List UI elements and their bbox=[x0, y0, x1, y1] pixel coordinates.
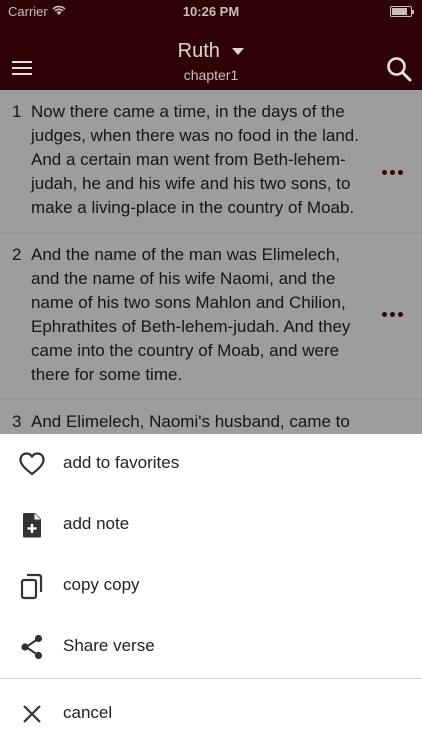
add-to-favorites-button[interactable]: add to favorites bbox=[0, 434, 422, 494]
chapter-subtitle: chapter1 bbox=[183, 67, 239, 83]
clock: 10:26 PM bbox=[182, 4, 240, 19]
book-selector[interactable]: Ruth bbox=[0, 40, 422, 63]
cancel-button[interactable]: cancel bbox=[0, 684, 422, 744]
cancel-label: cancel bbox=[63, 703, 113, 722]
divider bbox=[0, 678, 422, 679]
heart-icon bbox=[19, 452, 45, 476]
copy-label: copy copy bbox=[63, 575, 140, 594]
share-icon bbox=[21, 634, 43, 660]
app-header: Carrier 10:26 PM Ruth chapter1 bbox=[0, 0, 422, 90]
dim-overlay[interactable] bbox=[0, 90, 422, 435]
add-note-label: add note bbox=[63, 514, 130, 533]
add-to-favorites-label: add to favorites bbox=[63, 453, 180, 472]
copy-button[interactable]: copy copy bbox=[0, 556, 422, 616]
search-icon[interactable] bbox=[386, 56, 412, 82]
screen: Carrier 10:26 PM Ruth chapter1 1 Now the… bbox=[0, 0, 422, 750]
note-add-icon bbox=[22, 513, 41, 538]
close-icon bbox=[23, 705, 41, 723]
copy-icon bbox=[20, 573, 43, 600]
share-verse-label: Share verse bbox=[63, 636, 155, 655]
action-sheet: add to favorites add note copy copy Shar… bbox=[0, 434, 422, 750]
chevron-down-icon bbox=[232, 48, 245, 55]
share-verse-button[interactable]: Share verse bbox=[0, 617, 422, 677]
add-note-button[interactable]: add note bbox=[0, 495, 422, 555]
status-bar: Carrier 10:26 PM bbox=[0, 0, 422, 22]
battery-icon bbox=[390, 6, 414, 17]
book-title: Ruth bbox=[177, 40, 220, 62]
